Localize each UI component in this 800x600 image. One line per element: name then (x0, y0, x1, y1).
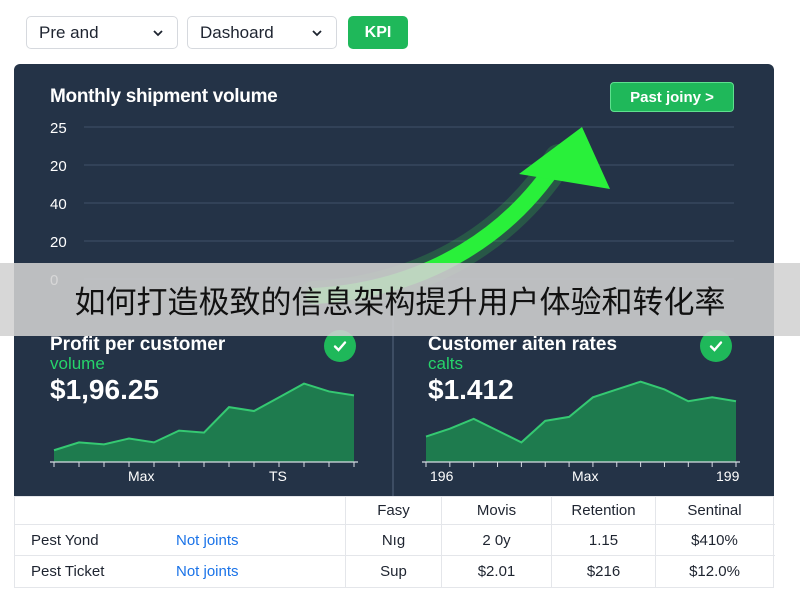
header-cell (175, 497, 345, 524)
row-link[interactable]: Not joints (175, 556, 345, 587)
y-tick-label: 25 (50, 120, 67, 137)
y-tick-label: 20 (50, 158, 67, 175)
header-cell: Fasy (345, 497, 441, 524)
past-joiny-button[interactable]: Past joiny > (610, 82, 734, 112)
filter-select-2-label: Dashoard (200, 22, 274, 42)
card-value: $1.412 (428, 374, 514, 405)
row-cell: 1.15 (551, 525, 655, 555)
x-tick-label: TS (269, 468, 287, 484)
card-value: $1,96.25 (50, 374, 159, 405)
header-cell: Sentinal (655, 497, 773, 524)
card-subtitle: calts (428, 354, 463, 373)
x-tick-label: 196 (430, 468, 454, 484)
y-tick-label: 20 (50, 234, 67, 251)
x-tick-label: Max (128, 468, 155, 484)
header-cell: Movis (441, 497, 551, 524)
chart-title: Monthly shipment volume (50, 86, 278, 107)
card-title: Profit per customer (50, 334, 226, 355)
top-toolbar: Pre and Dashoard KPI (0, 0, 800, 62)
row-cell: Nıg (345, 525, 441, 555)
row-cell: $12.0% (655, 556, 773, 587)
row-name: Pest Ticket (31, 563, 105, 580)
row-cell: $410% (655, 525, 773, 555)
article-title: 如何打造极致的信息架构提升用户体验和转化率 (74, 285, 726, 321)
row-cell: 2 0y (441, 525, 551, 555)
filter-select-2[interactable]: Dashoard (187, 16, 337, 49)
filter-select-1[interactable]: Pre and (26, 16, 178, 49)
card-subtitle: volume (50, 354, 105, 373)
row-cell: $216 (551, 556, 655, 587)
chevron-down-icon (153, 29, 163, 36)
card-title: Customer aiten rates (428, 334, 618, 355)
header-cell (15, 497, 175, 524)
table-header: Fasy Movis Retention Sentinal (15, 497, 775, 525)
row-cell: $2.01 (441, 556, 551, 587)
row-name: Pest Yond (31, 531, 99, 549)
row-link[interactable]: Not joints (175, 525, 345, 555)
article-title-banner: 如何打造极致的信息架构提升用户体验和转化率 (0, 263, 800, 336)
metrics-table: Fasy Movis Retention Sentinal Pest Yond … (14, 496, 775, 588)
row-cell: Sup (345, 556, 441, 587)
table-row[interactable]: Pest Yond Not joints Nıg 2 0y 1.15 $410% (15, 525, 775, 556)
kpi-button[interactable]: KPI (348, 16, 408, 49)
x-tick-label: 199 (716, 468, 740, 484)
chevron-down-icon (312, 29, 322, 36)
header-cell: Retention (551, 497, 655, 524)
x-tick-label: Max (572, 468, 599, 484)
y-tick-label: 40 (50, 196, 67, 213)
table-row[interactable]: Pest Ticket Not joints Sup $2.01 $216 $1… (15, 556, 775, 587)
filter-select-1-label: Pre and (39, 22, 99, 42)
